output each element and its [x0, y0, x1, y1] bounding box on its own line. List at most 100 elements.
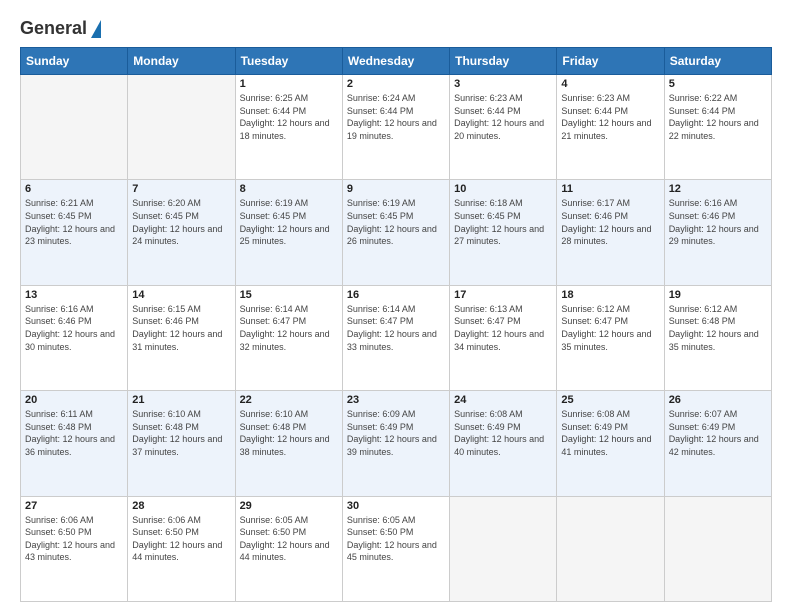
day-number: 3: [454, 78, 552, 90]
day-header-friday: Friday: [557, 48, 664, 75]
day-detail: Sunrise: 6:10 AMSunset: 6:48 PMDaylight:…: [132, 408, 230, 458]
day-number: 2: [347, 78, 445, 90]
day-number: 28: [132, 500, 230, 512]
calendar-cell: 10Sunrise: 6:18 AMSunset: 6:45 PMDayligh…: [450, 180, 557, 285]
day-number: 9: [347, 183, 445, 195]
day-number: 4: [561, 78, 659, 90]
day-detail: Sunrise: 6:06 AMSunset: 6:50 PMDaylight:…: [132, 514, 230, 564]
day-detail: Sunrise: 6:05 AMSunset: 6:50 PMDaylight:…: [240, 514, 338, 564]
day-detail: Sunrise: 6:06 AMSunset: 6:50 PMDaylight:…: [25, 514, 123, 564]
calendar-cell: 27 Sunrise: 6:06 AMSunset: 6:50 PMDayligh…: [21, 496, 128, 601]
day-header-sunday: Sunday: [21, 48, 128, 75]
day-number: 30: [347, 500, 445, 512]
calendar-cell: 22Sunrise: 6:10 AMSunset: 6:48 PMDayligh…: [235, 391, 342, 496]
day-number: 17: [454, 289, 552, 301]
day-number: 24: [454, 394, 552, 406]
day-number: 16: [347, 289, 445, 301]
day-number: 22: [240, 394, 338, 406]
calendar-week-2: 6 Sunrise: 6:21 AMSunset: 6:45 PMDaylight…: [21, 180, 772, 285]
day-header-monday: Monday: [128, 48, 235, 75]
day-detail: Sunrise: 6:16 AMSunset: 6:46 PMDaylight:…: [669, 197, 767, 247]
calendar-header-row: SundayMondayTuesdayWednesdayThursdayFrid…: [21, 48, 772, 75]
logo-general-text: General: [20, 18, 87, 39]
calendar-cell: [450, 496, 557, 601]
calendar-cell: 29 Sunrise: 6:05 AMSunset: 6:50 PMDayligh…: [235, 496, 342, 601]
day-detail: Sunrise: 6:17 AMSunset: 6:46 PMDaylight:…: [561, 197, 659, 247]
day-detail: Sunrise: 6:08 AMSunset: 6:49 PMDaylight:…: [561, 408, 659, 458]
day-detail: Sunrise: 6:23 AMSunset: 6:44 PMDaylight:…: [561, 92, 659, 142]
calendar-week-4: 20 Sunrise: 6:11 AMSunset: 6:48 PMDayligh…: [21, 391, 772, 496]
calendar-cell: 3 Sunrise: 6:23 AMSunset: 6:44 PMDaylight…: [450, 75, 557, 180]
calendar-cell: [21, 75, 128, 180]
day-number: 12: [669, 183, 767, 195]
day-header-wednesday: Wednesday: [342, 48, 449, 75]
day-detail: Sunrise: 6:19 AMSunset: 6:45 PMDaylight:…: [347, 197, 445, 247]
day-detail: Sunrise: 6:21 AMSunset: 6:45 PMDaylight:…: [25, 197, 123, 247]
day-detail: Sunrise: 6:13 AMSunset: 6:47 PMDaylight:…: [454, 303, 552, 353]
day-detail: Sunrise: 6:08 AMSunset: 6:49 PMDaylight:…: [454, 408, 552, 458]
calendar-cell: 6 Sunrise: 6:21 AMSunset: 6:45 PMDaylight…: [21, 180, 128, 285]
day-detail: Sunrise: 6:23 AMSunset: 6:44 PMDaylight:…: [454, 92, 552, 142]
calendar-cell: 4 Sunrise: 6:23 AMSunset: 6:44 PMDaylight…: [557, 75, 664, 180]
day-number: 8: [240, 183, 338, 195]
day-detail: Sunrise: 6:11 AMSunset: 6:48 PMDaylight:…: [25, 408, 123, 458]
day-number: 21: [132, 394, 230, 406]
logo-wrapper: General: [20, 18, 101, 39]
calendar-table: SundayMondayTuesdayWednesdayThursdayFrid…: [20, 47, 772, 602]
day-detail: Sunrise: 6:16 AMSunset: 6:46 PMDaylight:…: [25, 303, 123, 353]
day-detail: Sunrise: 6:15 AMSunset: 6:46 PMDaylight:…: [132, 303, 230, 353]
calendar-cell: 14 Sunrise: 6:15 AMSunset: 6:46 PMDayligh…: [128, 285, 235, 390]
calendar-week-3: 13 Sunrise: 6:16 AMSunset: 6:46 PMDayligh…: [21, 285, 772, 390]
day-number: 1: [240, 78, 338, 90]
day-detail: Sunrise: 6:12 AMSunset: 6:47 PMDaylight:…: [561, 303, 659, 353]
calendar-cell: 11Sunrise: 6:17 AMSunset: 6:46 PMDayligh…: [557, 180, 664, 285]
calendar-cell: 23 Sunrise: 6:09 AMSunset: 6:49 PMDayligh…: [342, 391, 449, 496]
day-header-tuesday: Tuesday: [235, 48, 342, 75]
logo: General: [20, 18, 101, 37]
calendar-cell: 20 Sunrise: 6:11 AMSunset: 6:48 PMDayligh…: [21, 391, 128, 496]
calendar-cell: [664, 496, 771, 601]
day-number: 10: [454, 183, 552, 195]
day-header-saturday: Saturday: [664, 48, 771, 75]
calendar-cell: 5 Sunrise: 6:22 AMSunset: 6:44 PMDaylight…: [664, 75, 771, 180]
day-detail: Sunrise: 6:25 AMSunset: 6:44 PMDaylight:…: [240, 92, 338, 142]
day-number: 13: [25, 289, 123, 301]
day-number: 14: [132, 289, 230, 301]
logo-triangle-icon: [91, 20, 101, 38]
day-detail: Sunrise: 6:20 AMSunset: 6:45 PMDaylight:…: [132, 197, 230, 247]
calendar-week-5: 27 Sunrise: 6:06 AMSunset: 6:50 PMDayligh…: [21, 496, 772, 601]
day-detail: Sunrise: 6:09 AMSunset: 6:49 PMDaylight:…: [347, 408, 445, 458]
calendar-cell: 9 Sunrise: 6:19 AMSunset: 6:45 PMDaylight…: [342, 180, 449, 285]
day-number: 23: [347, 394, 445, 406]
calendar-cell: 28 Sunrise: 6:06 AMSunset: 6:50 PMDayligh…: [128, 496, 235, 601]
day-detail: Sunrise: 6:24 AMSunset: 6:44 PMDaylight:…: [347, 92, 445, 142]
calendar-cell: 26Sunrise: 6:07 AMSunset: 6:49 PMDayligh…: [664, 391, 771, 496]
day-number: 6: [25, 183, 123, 195]
calendar-cell: 7Sunrise: 6:20 AMSunset: 6:45 PMDaylight…: [128, 180, 235, 285]
day-number: 20: [25, 394, 123, 406]
calendar-cell: 24 Sunrise: 6:08 AMSunset: 6:49 PMDayligh…: [450, 391, 557, 496]
day-detail: Sunrise: 6:12 AMSunset: 6:48 PMDaylight:…: [669, 303, 767, 353]
day-detail: Sunrise: 6:22 AMSunset: 6:44 PMDaylight:…: [669, 92, 767, 142]
day-detail: Sunrise: 6:05 AMSunset: 6:50 PMDaylight:…: [347, 514, 445, 564]
calendar-cell: 17 Sunrise: 6:13 AMSunset: 6:47 PMDayligh…: [450, 285, 557, 390]
calendar-cell: 25 Sunrise: 6:08 AMSunset: 6:49 PMDayligh…: [557, 391, 664, 496]
day-number: 15: [240, 289, 338, 301]
page: General SundayMondayTuesdayWednesdayThur…: [0, 0, 792, 612]
calendar-cell: 1 Sunrise: 6:25 AMSunset: 6:44 PMDaylight…: [235, 75, 342, 180]
day-number: 26: [669, 394, 767, 406]
day-number: 25: [561, 394, 659, 406]
header: General: [20, 18, 772, 37]
day-number: 18: [561, 289, 659, 301]
calendar-cell: 2 Sunrise: 6:24 AMSunset: 6:44 PMDaylight…: [342, 75, 449, 180]
day-detail: Sunrise: 6:14 AMSunset: 6:47 PMDaylight:…: [347, 303, 445, 353]
day-detail: Sunrise: 6:14 AMSunset: 6:47 PMDaylight:…: [240, 303, 338, 353]
calendar-cell: 15 Sunrise: 6:14 AMSunset: 6:47 PMDayligh…: [235, 285, 342, 390]
day-detail: Sunrise: 6:19 AMSunset: 6:45 PMDaylight:…: [240, 197, 338, 247]
calendar-cell: 12 Sunrise: 6:16 AMSunset: 6:46 PMDayligh…: [664, 180, 771, 285]
day-number: 5: [669, 78, 767, 90]
calendar-cell: 16 Sunrise: 6:14 AMSunset: 6:47 PMDayligh…: [342, 285, 449, 390]
day-number: 27: [25, 500, 123, 512]
day-header-thursday: Thursday: [450, 48, 557, 75]
day-number: 29: [240, 500, 338, 512]
